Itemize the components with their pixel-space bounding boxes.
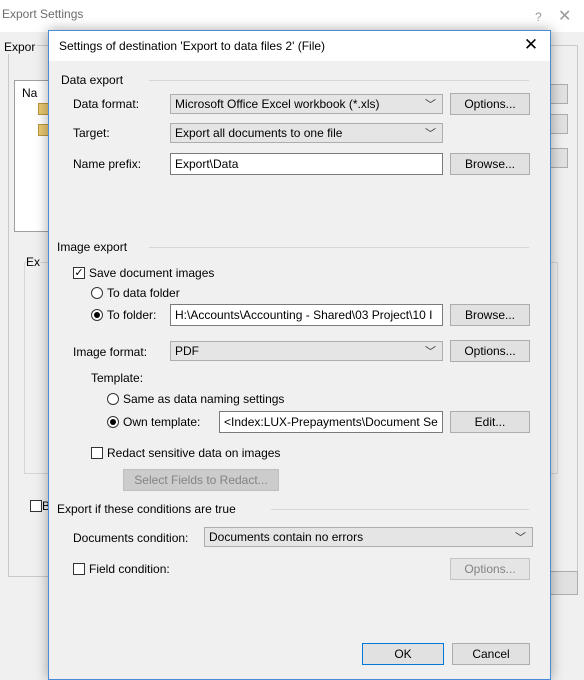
to-folder-radio[interactable] [91, 309, 103, 321]
chevron-down-icon: ﹀ [515, 532, 526, 544]
data-format-options-button[interactable]: Options... [450, 93, 530, 115]
data-format-value: Microsoft Office Excel workbook (*.xls) [175, 97, 380, 111]
name-prefix-label: Name prefix: [73, 157, 142, 171]
same-as-data-label: Same as data naming settings [123, 392, 285, 406]
dialog-title: Settings of destination 'Export to data … [59, 39, 326, 53]
documents-condition-label: Documents condition: [73, 531, 189, 545]
redact-checkbox[interactable] [91, 447, 103, 459]
chevron-down-icon: ﹀ [425, 99, 436, 111]
save-images-checkbox[interactable]: ✓ [73, 267, 85, 279]
target-select[interactable]: Export all documents to one file ﹀ [170, 123, 443, 143]
background-titlebar [0, 0, 584, 32]
to-folder-input[interactable]: H:\Accounts\Accounting - Shared\03 Proje… [170, 304, 443, 326]
template-edit-button[interactable]: Edit... [450, 411, 530, 433]
to-folder-browse-button[interactable]: Browse... [450, 304, 530, 326]
dialog-close-icon[interactable]: ✕ [521, 35, 541, 55]
template-label: Template: [91, 371, 144, 385]
field-condition-label: Field condition: [89, 562, 170, 576]
save-images-label: Save document images [89, 266, 215, 280]
image-format-label: Image format: [73, 345, 148, 359]
name-prefix-browse-button[interactable]: Browse... [450, 153, 530, 175]
ok-button[interactable]: OK [362, 643, 444, 665]
documents-condition-value: Documents contain no errors [209, 530, 364, 544]
image-export-group-label: Image export [57, 240, 134, 254]
field-condition-options-button[interactable]: Options... [450, 558, 530, 580]
own-template-label: Own template: [123, 415, 201, 429]
close-icon[interactable]: ✕ [558, 6, 571, 26]
select-fields-to-redact-button[interactable]: Select Fields to Redact... [123, 469, 279, 491]
to-data-folder-label: To data folder [107, 286, 180, 300]
target-label: Target: [73, 126, 110, 140]
to-data-folder-radio[interactable] [91, 287, 103, 299]
background-button[interactable] [549, 114, 568, 134]
target-value: Export all documents to one file [175, 126, 343, 140]
data-export-group-label: Data export [61, 73, 130, 87]
image-format-select[interactable]: PDF ﹀ [170, 341, 443, 361]
image-export-divider [149, 247, 529, 248]
chevron-down-icon: ﹀ [425, 346, 436, 358]
cancel-button[interactable]: Cancel [452, 643, 530, 665]
documents-condition-select[interactable]: Documents contain no errors ﹀ [204, 527, 533, 547]
own-template-radio[interactable] [107, 416, 119, 428]
conditions-divider [271, 509, 529, 510]
own-template-input[interactable]: <Index:LUX-Prepayments\Document Se [219, 411, 443, 433]
background-window-title: Export Settings [2, 7, 84, 21]
chevron-down-icon: ﹀ [425, 128, 436, 140]
conditions-group-label: Export if these conditions are true [57, 502, 242, 516]
background-tab-label[interactable]: Expor [2, 40, 38, 54]
data-export-divider [149, 80, 529, 81]
background-list-header: Na [22, 86, 38, 100]
background-checkbox[interactable] [30, 500, 42, 512]
redact-label: Redact sensitive data on images [107, 446, 281, 460]
background-button[interactable] [549, 84, 568, 104]
data-format-select[interactable]: Microsoft Office Excel workbook (*.xls) … [170, 94, 443, 114]
name-prefix-input[interactable]: Export\Data [170, 153, 443, 175]
background-button[interactable] [549, 148, 568, 168]
data-format-label: Data format: [73, 97, 140, 111]
background-group-label: Ex [26, 255, 41, 269]
image-format-value: PDF [175, 344, 199, 358]
to-folder-label: To folder: [107, 308, 157, 322]
same-as-data-radio[interactable] [107, 393, 119, 405]
field-condition-checkbox[interactable] [73, 563, 85, 575]
destination-settings-dialog: Settings of destination 'Export to data … [48, 30, 551, 680]
image-format-options-button[interactable]: Options... [450, 340, 530, 362]
help-icon[interactable]: ? [535, 10, 542, 24]
